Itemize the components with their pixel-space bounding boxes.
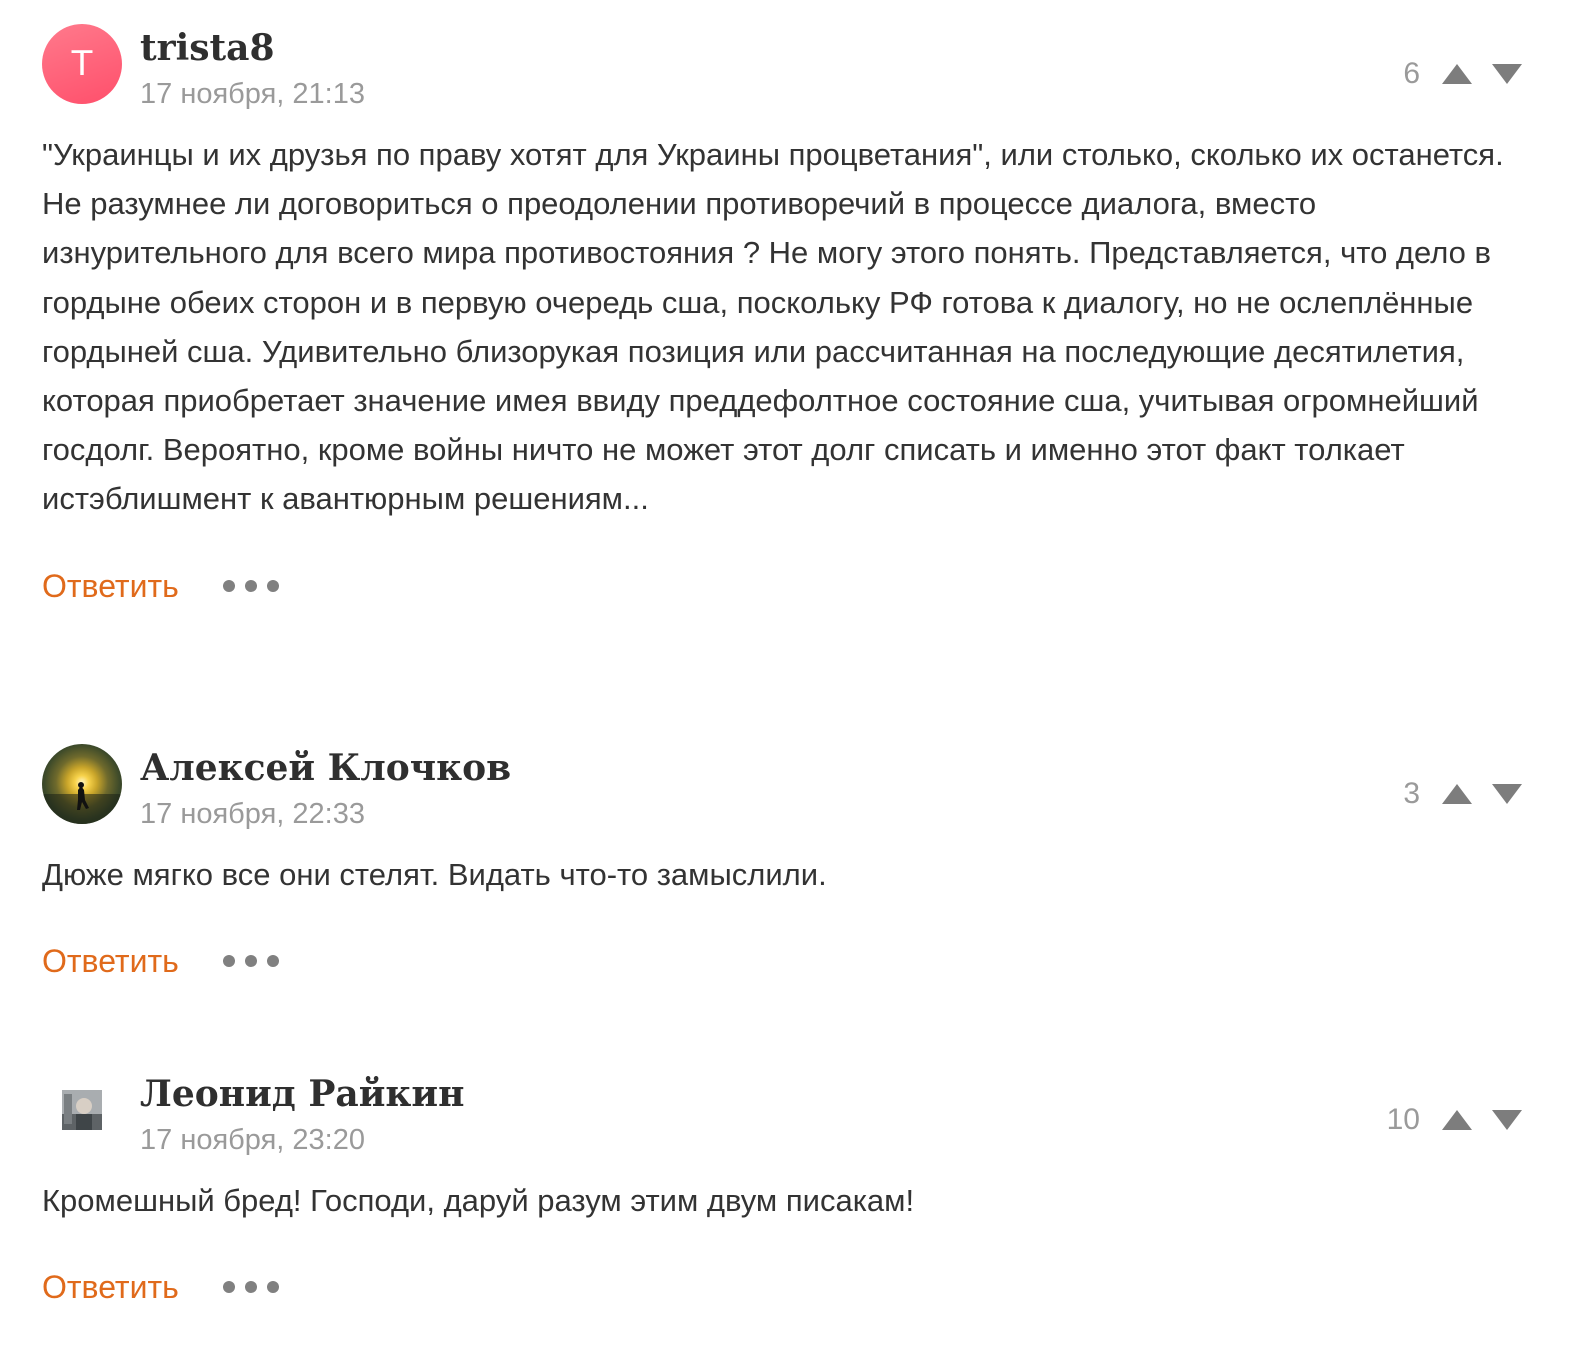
downvote-icon[interactable] — [1492, 1105, 1522, 1135]
comment-date: 17 ноября, 23:20 — [140, 1124, 365, 1156]
comment-header: Алексей Клочков 17 ноября, 22:33 3 — [42, 744, 1522, 840]
avatar-silhouette-icon — [42, 782, 122, 824]
reply-button[interactable]: Ответить — [42, 937, 179, 985]
comment-date: 17 ноября, 21:13 — [140, 78, 365, 110]
more-options-icon[interactable] — [222, 1263, 289, 1311]
comment-text: Кромешный бред! Господи, даруй разум эти… — [42, 1183, 915, 1218]
vote-count: 10 — [1386, 1103, 1420, 1136]
reply-button[interactable]: Ответить — [42, 562, 179, 610]
avatar[interactable] — [62, 1090, 102, 1130]
comment-actions: Ответить — [42, 562, 1522, 610]
avatar-frame — [42, 1070, 122, 1150]
comment-text: "Украинцы и их друзья по праву хотят для… — [42, 137, 1504, 517]
comment-text: Дюже мягко все они стелят. Видать что-то… — [42, 857, 827, 892]
comment-date: 17 ноября, 22:33 — [140, 798, 365, 830]
comment: Алексей Клочков 17 ноября, 22:33 3 Дюже … — [42, 744, 1522, 985]
downvote-icon[interactable] — [1492, 779, 1522, 809]
avatar[interactable]: T — [42, 24, 122, 104]
comment-header: Леонид Райкин 17 ноября, 23:20 10 — [42, 1070, 1522, 1166]
comment: Леонид Райкин 17 ноября, 23:20 10 Кромеш… — [42, 1070, 1522, 1311]
more-options-icon[interactable] — [222, 562, 289, 610]
author-name[interactable]: Леонид Райкин — [140, 1072, 464, 1116]
more-options-icon[interactable] — [222, 937, 289, 985]
vote-controls: 6 — [1403, 54, 1522, 94]
comment-actions: Ответить — [42, 937, 1522, 985]
comment: T trista8 17 ноября, 21:13 6 "Украинцы и… — [42, 24, 1522, 610]
author-name[interactable]: trista8 — [140, 26, 275, 70]
avatar[interactable] — [42, 744, 122, 824]
avatar-portrait-icon — [62, 1090, 102, 1130]
vote-controls: 3 — [1403, 774, 1522, 814]
downvote-icon[interactable] — [1492, 59, 1522, 89]
reply-button[interactable]: Ответить — [42, 1263, 179, 1311]
upvote-icon[interactable] — [1442, 779, 1472, 809]
vote-count: 3 — [1403, 777, 1420, 810]
author-name[interactable]: Алексей Клочков — [140, 746, 511, 790]
upvote-icon[interactable] — [1442, 1105, 1472, 1135]
upvote-icon[interactable] — [1442, 59, 1472, 89]
vote-controls: 10 — [1387, 1100, 1522, 1140]
comment-header: T trista8 17 ноября, 21:13 6 — [42, 24, 1522, 120]
vote-count: 6 — [1403, 57, 1420, 90]
comment-actions: Ответить — [42, 1263, 1522, 1311]
